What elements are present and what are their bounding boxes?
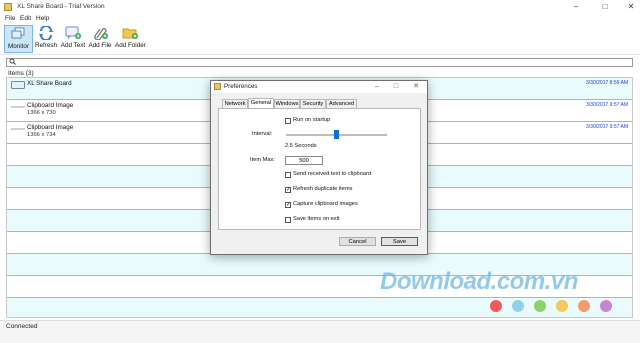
refresh-icon	[39, 26, 53, 40]
interval-slider-thumb[interactable]	[334, 130, 339, 139]
maximize-icon[interactable]: □	[596, 2, 614, 12]
capture-images-label: Capture clipboard images	[293, 201, 358, 207]
search-input[interactable]	[6, 58, 633, 67]
chat-bubble-icon	[11, 81, 25, 89]
item-max-label: Item Max:	[250, 157, 275, 163]
refresh-label: Refresh	[35, 42, 58, 49]
minimize-icon[interactable]: –	[567, 2, 585, 12]
watermark-dot	[534, 300, 546, 312]
item-subtitle: 1366 x 730	[27, 110, 56, 116]
save-on-exit-checkbox[interactable]	[285, 217, 291, 223]
item-title: XL Share Board	[27, 80, 72, 87]
tab-security[interactable]: Security	[300, 99, 326, 108]
add-folder-label: Add Folder	[115, 42, 146, 49]
add-file-label: Add File	[88, 42, 112, 49]
watermark-dot	[578, 300, 590, 312]
menu-file[interactable]: File	[5, 15, 15, 22]
add-text-icon	[65, 26, 81, 39]
dialog-close-icon[interactable]: ✕	[409, 82, 423, 92]
image-thumb-icon	[11, 128, 25, 130]
item-title: Clipboard Image	[27, 102, 74, 109]
tab-advanced[interactable]: Advanced	[326, 99, 357, 108]
folder-icon	[122, 28, 138, 39]
item-max-input[interactable]: 500	[285, 156, 323, 165]
tab-windows[interactable]: Windows	[274, 99, 300, 108]
add-text-button[interactable]: Add Text	[60, 25, 86, 53]
monitor-label: Monitor	[8, 43, 29, 50]
refresh-duplicates-checkbox[interactable]: ✓	[285, 187, 291, 193]
menu-bar	[0, 14, 640, 24]
search-icon	[9, 58, 16, 65]
status-text: Connected	[6, 323, 38, 330]
add-file-button[interactable]: Add File	[88, 25, 112, 53]
image-thumb-icon	[11, 106, 25, 108]
interval-value: 2.5 Seconds	[285, 143, 317, 149]
capture-images-checkbox[interactable]: ✓	[285, 202, 291, 208]
save-on-exit-label: Save items on exit	[293, 216, 340, 222]
tab-network[interactable]: Network	[222, 99, 248, 108]
item-date: 3/30/2017 9:57 AM	[586, 102, 628, 108]
window-title: XL Share Board - Trial Version	[17, 3, 105, 10]
monitor-button[interactable]: Monitor	[4, 25, 33, 53]
watermark-dot	[512, 300, 524, 312]
watermark-dot	[556, 300, 568, 312]
app-icon	[4, 3, 12, 11]
watermark-dot	[490, 300, 502, 312]
item-date: 3/30/2017 9:57 AM	[586, 124, 628, 130]
cancel-button[interactable]: Cancel	[339, 237, 376, 246]
send-text-checkbox[interactable]	[285, 172, 291, 178]
save-button[interactable]: Save	[381, 237, 418, 246]
dialog-app-icon	[214, 83, 221, 90]
items-count-header: Items (3)	[8, 70, 34, 77]
item-subtitle: 1366 x 734	[27, 132, 56, 138]
menu-edit[interactable]: Edit	[20, 15, 31, 22]
dialog-maximize-icon[interactable]: □	[389, 82, 403, 92]
watermark-logo: Download.com.vn	[380, 268, 578, 295]
paperclip-icon	[94, 28, 108, 40]
send-text-label: Send received text to clipboard	[293, 171, 372, 177]
item-date: 3/30/2017 8:59 AM	[586, 80, 628, 86]
general-tab-panel	[218, 108, 421, 230]
add-text-label: Add Text	[60, 42, 86, 49]
refresh-duplicates-label: Refresh duplicate items	[293, 186, 353, 192]
add-folder-button[interactable]: Add Folder	[115, 25, 146, 53]
status-bar	[0, 320, 640, 343]
run-on-startup-label: Run on startup	[293, 117, 331, 123]
refresh-button[interactable]: Refresh	[35, 25, 57, 53]
close-icon[interactable]: ✕	[622, 2, 640, 12]
dialog-title: Preferences	[224, 83, 258, 90]
item-title: Clipboard Image	[27, 124, 74, 131]
dialog-minimize-icon[interactable]: –	[370, 82, 384, 92]
watermark-dot	[600, 300, 612, 312]
interval-label: Interval:	[252, 131, 273, 137]
menu-help[interactable]: Help	[36, 15, 49, 22]
monitor-icon	[11, 27, 24, 39]
run-on-startup-checkbox[interactable]	[285, 118, 291, 124]
